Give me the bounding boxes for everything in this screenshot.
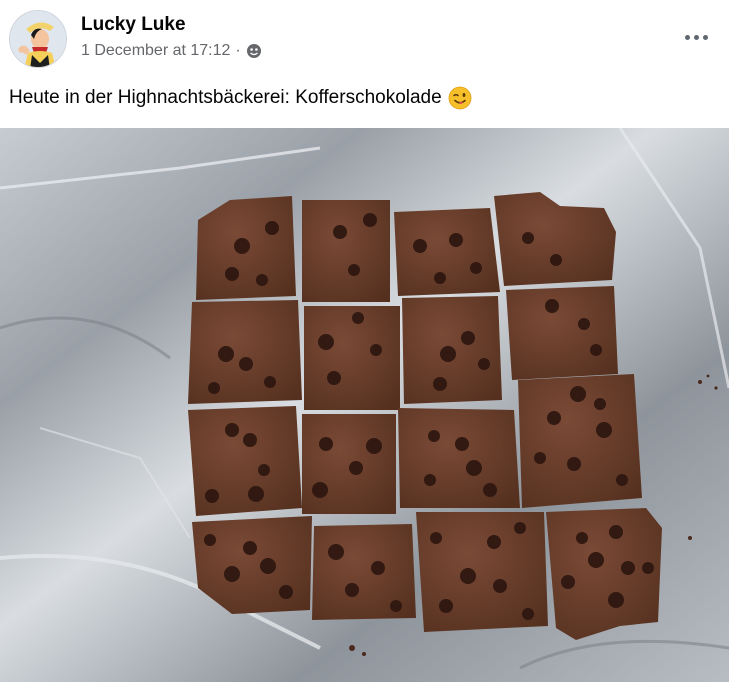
post-timestamp[interactable]: 1 December at 17:12	[81, 42, 230, 60]
chocolate-piece	[302, 414, 396, 514]
chocolate-piece	[398, 408, 520, 508]
chocolate-piece	[302, 200, 390, 302]
post-header: Lucky Luke 1 December at 17:12 ·	[0, 0, 729, 78]
author-name[interactable]: Lucky Luke	[81, 14, 186, 36]
chocolate-piece	[394, 208, 500, 296]
author-avatar[interactable]	[9, 10, 67, 68]
more-options-button[interactable]	[674, 22, 718, 52]
post-text: Heute in der Highnachtsbäckerei: Koffers…	[9, 86, 472, 110]
public-globe-icon[interactable]	[246, 43, 262, 59]
chocolate-piece	[506, 286, 618, 380]
more-dot	[693, 34, 699, 40]
winking-face-emoji	[448, 86, 472, 110]
post-message: Heute in der Highnachtsbäckerei: Koffers…	[9, 87, 442, 108]
chocolate-piece	[304, 306, 400, 410]
chocolate-piece	[546, 508, 662, 640]
meta-separator: ·	[235, 42, 241, 59]
chocolate-piece	[188, 300, 302, 404]
more-dot	[684, 34, 690, 40]
more-dot	[702, 34, 708, 40]
post-photo[interactable]	[0, 128, 729, 682]
post-meta: 1 December at 17:12 ·	[81, 42, 262, 60]
chocolate-piece	[188, 406, 302, 516]
